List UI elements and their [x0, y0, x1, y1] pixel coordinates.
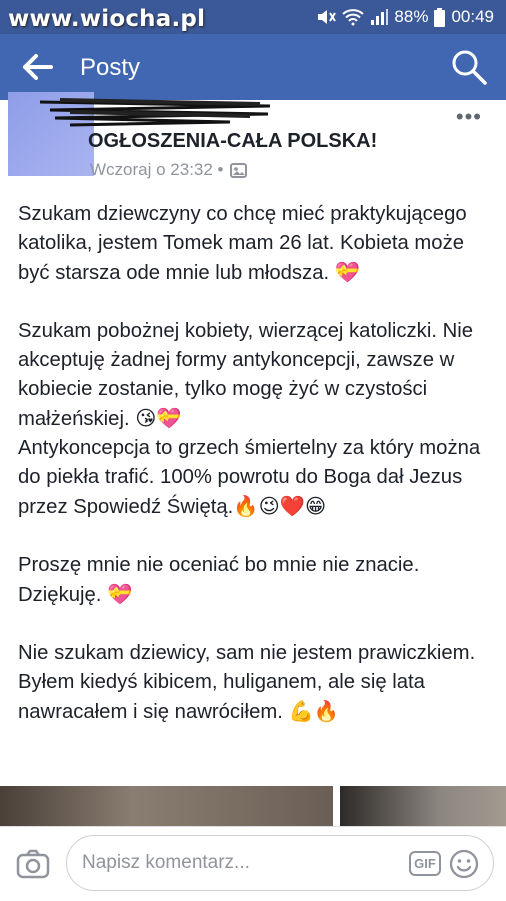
clock: 00:49	[451, 7, 494, 26]
mute-icon	[318, 10, 337, 24]
wifi-icon	[342, 9, 365, 26]
signal-icon	[371, 9, 389, 25]
redaction-scribble	[39, 98, 271, 127]
back-arrow-icon[interactable]	[22, 53, 54, 81]
battery-icon	[434, 7, 446, 27]
comment-placeholder: Napisz komentarz...	[82, 852, 250, 873]
emoji-heart-gift: 💝	[334, 260, 361, 284]
page-name[interactable]: OGŁOSZENIA-CAŁA POLSKA!	[88, 130, 377, 153]
post-paragraph: Proszę mnie nie oceniać bo mnie nie znac…	[18, 554, 420, 606]
more-options-icon[interactable]: •••	[456, 104, 482, 130]
post-paragraph: Nie szukam dziewicy, sam nie jestem praw…	[18, 642, 476, 723]
post-paragraph: Szukam pobożnej kobiety, wierzącej katol…	[18, 320, 481, 518]
status-icons: 88% 00:49	[316, 7, 494, 27]
post-body: Szukam dziewczyny co chcę mieć praktykuj…	[18, 200, 496, 756]
comment-bar: Napisz komentarz... GIF	[0, 826, 506, 901]
app-bar: Posty	[0, 34, 506, 100]
photo-icon	[229, 162, 247, 178]
post-photos	[0, 786, 506, 826]
camera-icon[interactable]	[16, 849, 50, 879]
post-paragraph: Szukam dziewczyny co chcę mieć praktykuj…	[18, 203, 467, 284]
emoji-muscle-fire: 💪🔥	[288, 699, 340, 723]
post-photo[interactable]	[340, 786, 506, 826]
status-bar: www.wiocha.pl 88% 00:49	[0, 0, 506, 34]
emoji-kiss-heart: 😘💝	[135, 406, 182, 430]
gif-button[interactable]: GIF	[409, 851, 441, 876]
emoji-heart-gift: 💝	[107, 582, 133, 606]
watermark: www.wiocha.pl	[8, 6, 206, 32]
post-photo[interactable]	[0, 786, 333, 826]
emoji-fire-wink-heart-grin: 🔥😉❤️😁	[233, 494, 327, 518]
battery-text: 88%	[394, 7, 429, 26]
post-timestamp[interactable]: Wczoraj o 23:32 •	[90, 160, 224, 180]
comment-input[interactable]: Napisz komentarz... GIF	[66, 835, 494, 891]
page-title: Posty	[80, 54, 141, 81]
smiley-icon[interactable]	[449, 849, 479, 879]
post-meta: Wczoraj o 23:32 •	[90, 160, 247, 180]
search-icon[interactable]	[450, 48, 488, 86]
